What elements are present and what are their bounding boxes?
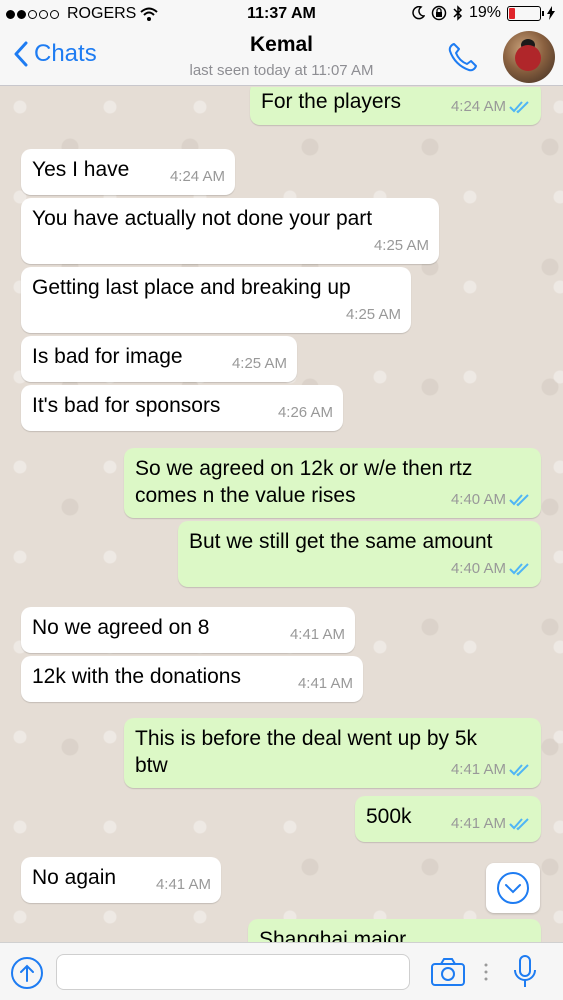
- microphone-icon: [514, 955, 536, 987]
- incoming-message[interactable]: You have actually not done your part 4:25…: [21, 198, 439, 264]
- battery-icon: [507, 5, 544, 21]
- upload-arrow-icon: [11, 957, 43, 989]
- composer-bar: [0, 942, 563, 1000]
- phone-icon: [448, 43, 477, 72]
- message-meta: 4:26 AM: [278, 399, 333, 426]
- message-time: 4:26 AM: [277, 404, 333, 421]
- message-meta: 4:40 AM: [451, 486, 531, 513]
- call-button[interactable]: [446, 40, 480, 79]
- message-time: 4:41 AM: [297, 675, 353, 692]
- outgoing-message[interactable]: But we still get the same amount 4:40 AM: [178, 521, 541, 587]
- message-time: 4:24 AM: [450, 98, 506, 115]
- message-text: You have actually not done your part: [32, 207, 373, 230]
- rotation-lock-icon: [431, 5, 447, 21]
- read-receipt-icon: [509, 493, 529, 506]
- battery-level: [509, 7, 515, 19]
- message-meta: 4:25 AM: [374, 232, 429, 259]
- charging-bolt-icon: [547, 6, 555, 20]
- message-text: But we still get the same amount: [189, 530, 493, 553]
- message-meta: 4:41 AM: [451, 810, 531, 837]
- message-time: 4:25 AM: [373, 237, 429, 254]
- status-bar: ROGERS 11:37 AM 19%: [0, 0, 563, 30]
- read-receipt-icon: [509, 100, 529, 113]
- incoming-message[interactable]: Is bad for image 4:25 AM: [21, 336, 297, 382]
- message-meta: 4:40 AM: [451, 555, 531, 582]
- read-receipt-icon: [509, 817, 529, 830]
- message-meta: 4:24 AM: [451, 93, 531, 120]
- outgoing-message[interactable]: 500k 4:41 AM: [355, 796, 541, 842]
- outgoing-message[interactable]: This is before the deal went up by 5k bt…: [124, 718, 541, 788]
- scroll-to-bottom-button[interactable]: [486, 863, 540, 913]
- read-receipt-icon: [509, 763, 529, 776]
- incoming-message[interactable]: No again 4:41 AM: [21, 857, 221, 903]
- message-meta: 4:25 AM: [232, 350, 287, 377]
- voice-record-button[interactable]: [512, 954, 538, 995]
- message-meta: 4:41 AM: [156, 871, 211, 898]
- message-meta: 4:41 AM: [298, 670, 353, 697]
- outgoing-message[interactable]: For the players 4:24 AM: [250, 87, 541, 125]
- message-time: 4:41 AM: [289, 626, 345, 643]
- message-meta: 4:25 AM: [346, 301, 401, 328]
- outgoing-message[interactable]: So we agreed on 12k or w/e then rtz come…: [124, 448, 541, 518]
- message-time: 4:25 AM: [231, 355, 287, 372]
- moon-icon: [412, 6, 425, 20]
- message-text: Getting last place and breaking up: [32, 276, 351, 299]
- contact-avatar[interactable]: [503, 31, 555, 83]
- message-meta: 4:41 AM: [451, 756, 531, 783]
- attach-button[interactable]: [10, 956, 44, 995]
- message-input[interactable]: [56, 954, 410, 990]
- message-time: 4:41 AM: [450, 815, 506, 832]
- incoming-message[interactable]: 12k with the donations 4:41 AM: [21, 656, 363, 702]
- message-time: 4:41 AM: [155, 876, 211, 893]
- message-time: 4:40 AM: [450, 491, 506, 508]
- message-time: 4:25 AM: [345, 306, 401, 323]
- message-meta: 4:41 AM: [290, 621, 345, 648]
- chevron-down-circle-icon: [497, 872, 529, 904]
- incoming-message[interactable]: Yes I have 4:24 AM: [21, 149, 235, 195]
- message-time: 4:41 AM: [450, 761, 506, 778]
- incoming-message[interactable]: No we agreed on 8 4:41 AM: [21, 607, 355, 653]
- camera-button[interactable]: [430, 957, 466, 992]
- message-text: Shanghai major: [259, 928, 407, 942]
- incoming-message[interactable]: It's bad for sponsors 4:26 AM: [21, 385, 343, 431]
- bluetooth-icon: [453, 5, 463, 21]
- message-time: 4:24 AM: [169, 168, 225, 185]
- chat-header: Chats Kemal last seen today at 11:07 AM: [0, 30, 563, 86]
- message-meta: 4:24 AM: [170, 163, 225, 190]
- read-receipt-icon: [509, 562, 529, 575]
- outgoing-message[interactable]: Shanghai major: [248, 919, 541, 942]
- message-time: 4:40 AM: [450, 560, 506, 577]
- incoming-message[interactable]: Getting last place and breaking up 4:25 A…: [21, 267, 411, 333]
- battery-percent: 19%: [468, 4, 501, 21]
- separator-dots-icon: [484, 963, 488, 981]
- message-list[interactable]: For the players 4:24 AM Yes I have 4:24 AM Y…: [0, 87, 563, 942]
- camera-icon: [431, 958, 465, 986]
- status-right: 19%: [412, 4, 555, 22]
